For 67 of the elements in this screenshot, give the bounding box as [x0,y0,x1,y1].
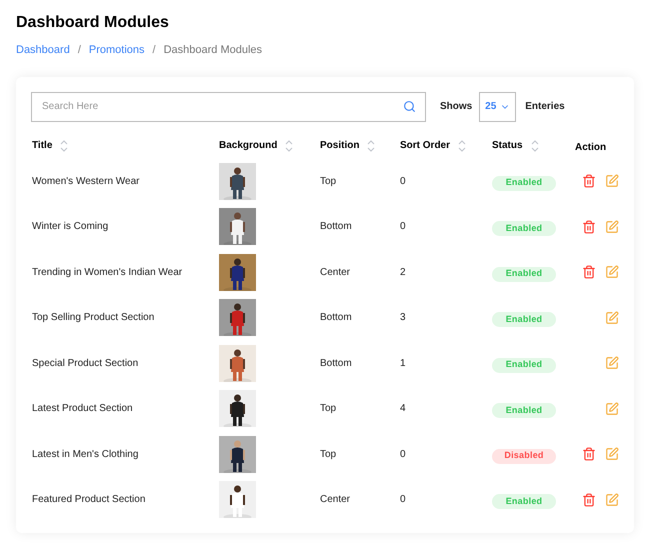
table-cell-text: 4 [400,402,407,416]
table-cell-text: Bottom [320,311,353,326]
table-cell-text: Latest in Men's Clothing [32,448,140,462]
column-header[interactable]: Sort Order [400,138,450,153]
table-cell-text: Latest Product Section [32,402,134,416]
column-header[interactable]: Background [219,138,278,153]
search-field[interactable]: Search Here [31,92,426,122]
delete-button[interactable] [582,265,596,280]
table-cell-text: 0 [400,220,407,234]
table-cell-text: Top [320,174,338,189]
sort-icon[interactable] [285,138,294,152]
table-cell-text: Bottom [320,220,353,234]
column-header[interactable]: Title [32,138,52,153]
edit-button[interactable] [605,220,619,234]
table-cell-text: 0 [400,493,407,508]
table-cell-text: Top Selling Product Section [32,311,156,326]
edit-button[interactable] [605,402,619,416]
status-badge: Enabled [492,266,556,282]
edit-button[interactable] [605,174,619,188]
breadcrumb-separator: / [152,43,156,58]
table-cell-text: Trending in Women's Indian Wear [32,266,184,280]
column-header[interactable]: Position [320,138,360,153]
table-cell-text: Bottom [320,356,353,371]
breadcrumb-link[interactable]: Dashboard [16,42,70,58]
shows-label: Shows [440,100,472,114]
entries-label: Enteries [525,100,565,114]
breadcrumb-link[interactable]: Promotions [88,42,145,58]
table-cell-text: Women's Western Wear [32,174,140,189]
table-cell-text: Special Product Section [32,356,140,371]
status-badge: Disabled [492,448,556,464]
table-cell-text: 0 [400,174,407,189]
delete-button[interactable] [582,220,596,234]
table-cell-text: 0 [400,448,407,462]
breadcrumb-separator: / [78,43,81,58]
sort-icon[interactable] [458,138,466,152]
delete-button[interactable] [582,492,596,507]
sort-icon[interactable] [530,138,539,152]
table-cell-text: 3 [400,311,407,326]
edit-button[interactable] [605,310,619,325]
status-badge: Enabled [492,221,556,236]
table-cell-text: Top [320,402,338,416]
status-badge: Enabled [492,403,556,418]
page-size-select[interactable]: 25 [479,92,516,122]
column-header[interactable]: Status [492,138,523,153]
edit-button[interactable] [605,265,619,280]
table-cell-text: Featured Product Section [32,493,146,508]
table-cell-text: 2 [400,266,407,280]
table-cell-text: Center [320,493,352,508]
table-cell-text: 1 [400,356,407,371]
breadcrumb-current: Dashboard Modules [164,43,262,58]
status-badge: Enabled [492,312,556,327]
delete-button[interactable] [582,174,596,188]
table-cell-text: Top [320,448,338,462]
edit-button[interactable] [605,356,619,370]
status-badge: Enabled [492,358,556,372]
status-badge: Enabled [492,494,556,509]
delete-button[interactable] [582,447,596,462]
status-badge: Enabled [492,176,556,190]
edit-button[interactable] [605,492,619,507]
sort-icon[interactable] [60,138,68,152]
page-title: Dashboard Modules [16,13,170,33]
table-cell-text: Winter is Coming [32,220,110,234]
edit-button[interactable] [605,447,619,462]
search-icon[interactable] [403,100,416,112]
column-header: Action [575,141,606,155]
table-cell-text: Center [320,266,352,280]
sort-icon[interactable] [367,138,376,152]
